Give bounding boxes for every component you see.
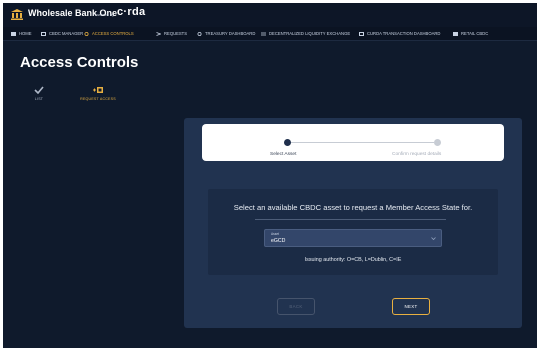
retail-cbdc-icon: [453, 31, 458, 36]
nav-item-home[interactable]: HOME: [11, 27, 32, 40]
next-button[interactable]: NEXT: [392, 298, 430, 315]
stepper-connector: [288, 142, 434, 143]
nav-item-label: HOME: [19, 31, 32, 36]
nav-item-label: RETAIL CBDC: [461, 31, 489, 36]
nav-item-label: TREASURY DASHBOARD: [205, 31, 256, 36]
nav-item-cbdc-manager[interactable]: CBDC MANAGER: [41, 27, 83, 40]
exchange-icon: [261, 32, 266, 35]
main-nav: HOME CBDC MANAGER ACCESS CONTROLS REQUES…: [3, 27, 537, 41]
requests-icon: [156, 31, 161, 36]
home-icon: [11, 31, 16, 36]
asset-select-label: Asset: [271, 232, 279, 236]
nav-item-liquidity-exchange[interactable]: DECENTRALIZED LIQUIDITY EXCHANGE: [261, 27, 350, 40]
step-1-indicator: [284, 139, 291, 146]
nav-item-requests[interactable]: REQUESTS: [156, 27, 187, 40]
tab-label: LIST: [34, 97, 44, 101]
app-window: Wholesale Bank One Powered by c·rda HOME…: [3, 3, 537, 348]
back-button[interactable]: BACK: [277, 298, 315, 315]
asset-select[interactable]: Asset eGCD: [264, 229, 442, 247]
step-1-label: Select Asset: [270, 152, 297, 157]
nav-item-access-controls[interactable]: ACCESS CONTROLS: [84, 27, 134, 40]
transaction-dashboard-icon: [359, 31, 364, 36]
powered-by-label: Powered by: [93, 12, 115, 17]
nav-item-label: DECENTRALIZED LIQUIDITY EXCHANGE: [269, 31, 351, 36]
nav-item-label: REQUESTS: [164, 31, 188, 36]
asset-selection-card: Select an available CBDC asset to reques…: [208, 189, 498, 275]
nav-item-treasury-dashboard[interactable]: TREASURY DASHBOARD: [197, 27, 255, 40]
step-2-label: Confirm request details: [392, 152, 442, 157]
stepper: Select Asset Confirm request details: [202, 124, 504, 161]
issuing-authority: Issuing authority: O=CB, L=Dublin, C=IE: [304, 257, 402, 263]
cbdc-manager-icon: [41, 31, 46, 36]
nav-item-label: ACCESS CONTROLS: [92, 31, 134, 36]
access-controls-icon: [84, 31, 89, 36]
tab-request-access[interactable]: REQUEST ACCESS: [78, 86, 118, 101]
page-title: Access Controls: [20, 54, 139, 71]
tab-label: REQUEST ACCESS: [80, 97, 116, 101]
bank-icon: [11, 9, 23, 20]
tab-list[interactable]: LIST: [19, 86, 59, 101]
crda-logo: c·rda: [117, 6, 146, 18]
asset-select-value: eGCD: [271, 238, 286, 244]
divider: [255, 219, 446, 220]
treasury-icon: [197, 31, 202, 36]
asset-prompt: Select an available CBDC asset to reques…: [233, 203, 473, 212]
nav-item-label: CBDC MANAGER: [49, 31, 84, 36]
request-access-icon: [93, 87, 103, 93]
request-access-panel: Select Asset Confirm request details Sel…: [184, 118, 522, 328]
nav-item-label: CURDA TRANSACTION DASHBOARD: [367, 31, 441, 36]
chevron-down-icon: [431, 237, 436, 241]
checkmark-icon: [34, 86, 44, 94]
nav-item-transaction-dashboard[interactable]: CURDA TRANSACTION DASHBOARD: [359, 27, 440, 40]
nav-item-retail-cbdc[interactable]: RETAIL CBDC: [453, 27, 488, 40]
app-header: Wholesale Bank One Powered by c·rda: [3, 3, 537, 27]
step-2-indicator: [434, 139, 441, 146]
